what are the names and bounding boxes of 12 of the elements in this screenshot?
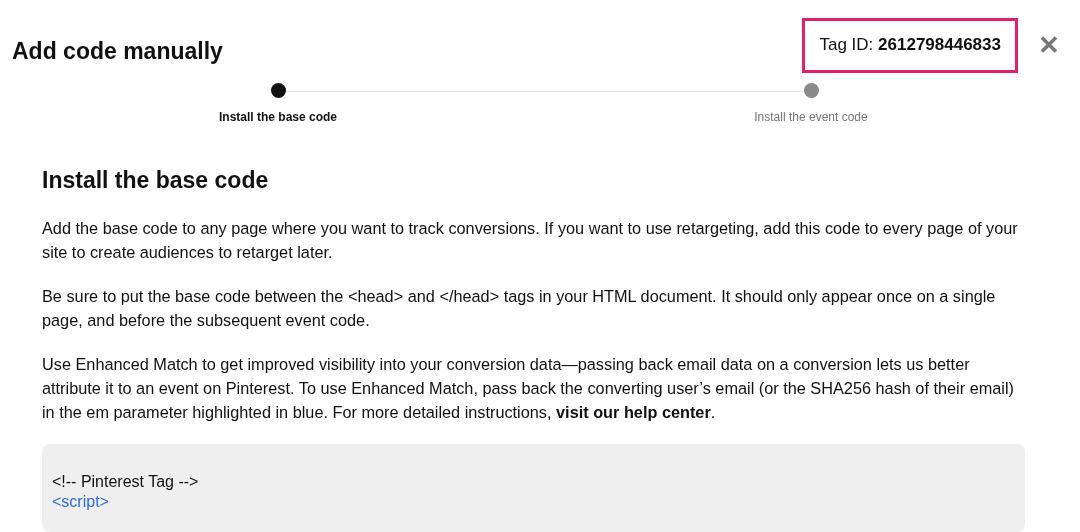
help-center-link[interactable]: visit our help center	[556, 403, 711, 421]
dialog-title: Add code manually	[12, 38, 223, 65]
close-button[interactable]: ✕	[1034, 30, 1064, 61]
paragraph: Use Enhanced Match to get improved visibility into your conversion data—passing back email data on a conversion lets us better attribute it to an event on Pinterest. To use Enhanced Match, pass back the converting user’s email (or the SHA256 hash of their email) in the em parameter highlighted in blue. For more detailed instructions, visit our help center.	[42, 354, 1015, 423]
paragraph: Be sure to put the base code between the <head> and </head> tags in your HTML document. It should only appear once on a single page, and before the subsequent event code.	[42, 286, 997, 331]
section-heading: Install the base code	[42, 167, 270, 194]
step-label[interactable]: Install the event code	[754, 110, 868, 124]
code-line: <script>	[52, 492, 110, 512]
tag-id: Tag ID: 2612798446833	[802, 18, 1018, 73]
paragraph: Add the base code to any page where you want to track conversions. If you want to use retargeting, add this code to every page of your site to create audiences to retarget later.	[42, 218, 1019, 263]
step-label[interactable]: Install the base code	[218, 110, 337, 124]
code-line: <!-- Pinterest Tag -->	[52, 472, 200, 492]
